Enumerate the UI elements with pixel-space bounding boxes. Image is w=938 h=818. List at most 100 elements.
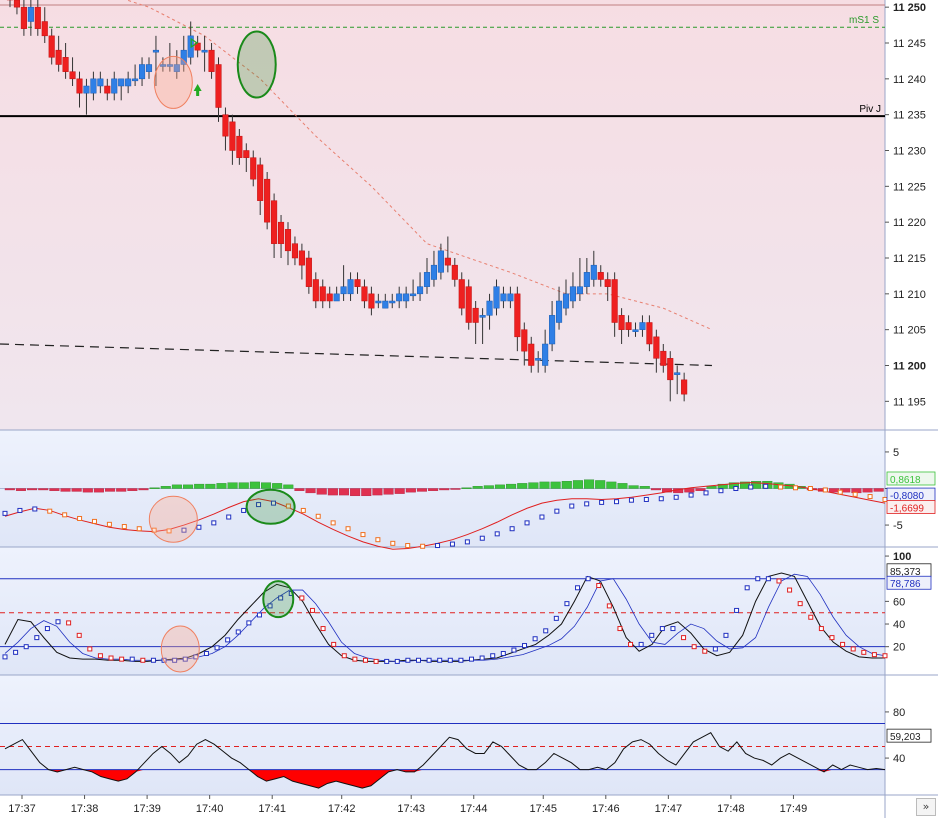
macd-histogram-bar xyxy=(194,483,205,489)
stoch-dot xyxy=(76,632,82,638)
candle-body xyxy=(569,286,577,302)
macd-value-badge-text: -1,6699 xyxy=(890,504,924,515)
candle-body xyxy=(542,343,549,366)
price-tick-label: 11 225 xyxy=(893,181,926,193)
macd-dot xyxy=(375,537,381,543)
candle-body xyxy=(653,336,660,359)
candle-body xyxy=(319,286,326,302)
macd-histogram-bar xyxy=(483,485,494,489)
macd-histogram-bar xyxy=(227,482,238,489)
candle-body xyxy=(305,257,312,287)
stoch-value-badge-text: 78,786 xyxy=(890,579,921,590)
candle-body xyxy=(451,264,458,280)
stoch-dot xyxy=(140,657,146,663)
candle-body xyxy=(271,200,278,244)
stoch-dot xyxy=(500,650,506,656)
right-axis-bg xyxy=(885,0,938,818)
macd-dot xyxy=(390,540,396,546)
stoch-tick-label: 100 xyxy=(893,551,911,563)
macd-dot xyxy=(837,489,843,495)
macd-dot xyxy=(479,535,485,541)
macd-dot xyxy=(778,484,784,490)
candle-body xyxy=(201,49,208,53)
stoch-dot xyxy=(776,578,782,584)
macd-histogram-bar xyxy=(261,482,272,489)
macd-dot xyxy=(2,510,8,516)
macd-histogram-bar xyxy=(249,481,260,489)
highlight-ellipse-green xyxy=(236,30,277,99)
macd-dot xyxy=(539,514,545,520)
stoch-dot xyxy=(66,620,72,626)
candle-body xyxy=(361,286,368,302)
macd-dot xyxy=(77,515,83,521)
stoch-dot xyxy=(341,653,347,659)
stoch-dot xyxy=(309,607,315,613)
macd-histogram-bar xyxy=(327,488,338,496)
macd-dot xyxy=(435,543,441,549)
candle-body xyxy=(590,264,597,280)
macd-histogram-bar xyxy=(450,488,461,490)
candle-body xyxy=(132,78,139,82)
macd-histogram-bar xyxy=(862,488,873,493)
candle-body xyxy=(250,157,257,180)
candle-body xyxy=(562,293,570,309)
price-tick-label: 11 200 xyxy=(893,361,926,373)
price-tick-label: 11 215 xyxy=(893,253,926,265)
stoch-dot xyxy=(670,626,676,632)
candle-body xyxy=(514,293,521,338)
price-tick-label: 11 235 xyxy=(893,110,926,122)
candle-body xyxy=(597,272,604,280)
macd-dot xyxy=(509,526,515,532)
stoch-dot xyxy=(871,652,877,658)
candle-body xyxy=(97,78,104,87)
macd-histogram-bar xyxy=(506,483,517,489)
macd-histogram-bar xyxy=(105,488,116,492)
candle-body xyxy=(291,243,298,259)
macd-dot xyxy=(32,506,38,512)
macd-histogram-bar xyxy=(93,488,104,493)
macd-dot xyxy=(599,499,605,505)
macd-histogram-bar xyxy=(27,488,38,491)
candle-body xyxy=(465,286,472,323)
stoch-dot xyxy=(649,632,655,638)
macd-tick-label: 5 xyxy=(893,447,899,459)
stoch-dot xyxy=(203,650,209,656)
stoch-tick-label: 20 xyxy=(893,642,905,654)
macd-dot xyxy=(718,488,724,494)
macd-dot xyxy=(658,496,664,502)
stoch-dot xyxy=(564,601,570,607)
stoch-dot xyxy=(384,658,390,664)
stoch-dot xyxy=(235,629,241,635)
up-arrow-stem xyxy=(196,91,200,96)
candle-body xyxy=(215,64,222,108)
candle-body xyxy=(34,6,41,29)
candle-body xyxy=(347,279,354,295)
macd-dot xyxy=(494,531,500,537)
candle-body xyxy=(368,293,375,309)
price-tick-label: 11 230 xyxy=(893,146,926,158)
macd-histogram-bar xyxy=(71,488,82,492)
candle-body xyxy=(410,293,417,297)
time-tick-label: 17:42 xyxy=(328,803,356,815)
candle-body xyxy=(27,6,34,22)
macd-histogram-bar xyxy=(272,483,283,489)
macd-histogram-bar xyxy=(650,488,661,491)
scroll-right-button[interactable]: » xyxy=(916,798,936,816)
candle-body xyxy=(493,286,500,309)
macd-histogram-bar xyxy=(160,486,171,489)
stoch-dot xyxy=(2,654,8,660)
macd-dot xyxy=(449,541,455,547)
stoch-highlight-orange xyxy=(160,625,200,673)
macd-tick-label: -5 xyxy=(893,520,903,532)
macd-histogram-bar xyxy=(517,483,528,489)
macd-dot xyxy=(569,503,575,509)
macd-histogram-bar xyxy=(15,488,26,491)
stoch-dot xyxy=(882,653,888,659)
stoch-dot xyxy=(755,576,761,582)
macd-dot xyxy=(703,490,709,496)
macd-histogram-bar xyxy=(283,484,294,489)
highlight-ellipse-orange xyxy=(153,55,193,109)
macd-histogram-bar xyxy=(38,488,49,491)
macd-histogram-bar xyxy=(528,482,539,489)
macd-dot xyxy=(643,496,649,502)
